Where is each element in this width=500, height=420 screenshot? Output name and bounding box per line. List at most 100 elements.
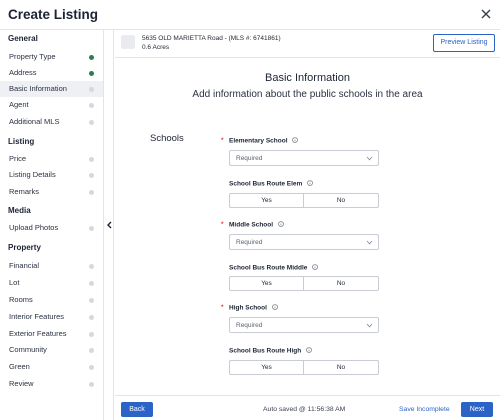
select-value: Required	[236, 322, 263, 329]
page-subtitle: Add information about the public schools…	[192, 89, 423, 100]
back-button[interactable]: Back	[121, 402, 153, 417]
sidebar-item-upload-photos[interactable]: Upload Photos	[0, 220, 103, 236]
middle-school-select[interactable]: Required	[229, 234, 379, 250]
status-dot	[89, 173, 94, 178]
school-bus-route-high-toggle: Yes No	[229, 360, 379, 375]
status-dot	[89, 382, 94, 387]
sidebar: General Property Type Address Basic Info…	[0, 30, 104, 420]
sidebar-item-lot[interactable]: Lot	[0, 275, 103, 291]
sidebar-item-rooms[interactable]: Rooms	[0, 292, 103, 308]
elementary-school-label: * Elementary School	[221, 137, 299, 145]
middle-school-label: * Middle School	[221, 221, 284, 229]
save-incomplete-link[interactable]: Save Incomplete	[399, 406, 450, 413]
sidebar-item-label: Additional MLS	[9, 117, 60, 126]
status-dot	[89, 365, 94, 370]
no-option[interactable]: No	[304, 194, 378, 207]
sidebar-item-label: Basic Information	[9, 84, 67, 93]
sidebar-item-label: Community	[9, 345, 47, 354]
sidebar-item-label: Listing Details	[9, 170, 56, 179]
school-bus-route-elem-label: School Bus Route Elem	[229, 180, 313, 188]
elementary-school-select[interactable]: Required	[229, 150, 379, 166]
page-title: Basic Information	[265, 72, 350, 84]
info-icon[interactable]	[312, 264, 318, 270]
required-marker: *	[221, 304, 224, 311]
status-dot	[89, 264, 94, 269]
school-bus-route-elem-toggle: Yes No	[229, 193, 379, 208]
status-dot	[89, 157, 94, 162]
sidebar-item-label: Remarks	[9, 187, 40, 196]
status-dot	[89, 315, 94, 320]
status-dot	[89, 190, 94, 195]
school-bus-route-middle-toggle: Yes No	[229, 276, 379, 291]
property-thumbnail	[121, 35, 135, 49]
sidebar-section-property: Property	[8, 243, 41, 252]
sidebar-item-price[interactable]: Price	[0, 151, 103, 167]
sidebar-item-interior-features[interactable]: Interior Features	[0, 309, 103, 325]
sidebar-item-label: Rooms	[9, 295, 33, 304]
sidebar-collapse-toggle[interactable]	[104, 30, 114, 420]
sidebar-item-community[interactable]: Community	[0, 342, 103, 358]
status-dot	[89, 87, 94, 92]
info-icon[interactable]	[292, 137, 299, 143]
field-label: School Bus Route Elem	[229, 180, 303, 188]
section-label-schools: Schools	[150, 133, 184, 144]
sidebar-item-label: Address	[9, 68, 37, 77]
listing-header: 5635 OLD MARIETTA Road - (MLS #: 6741861…	[115, 30, 500, 58]
sidebar-item-label: Lot	[9, 278, 20, 287]
high-school-label: * High School	[221, 304, 278, 312]
yes-option[interactable]: Yes	[230, 277, 304, 290]
info-icon[interactable]	[307, 180, 313, 186]
yes-option[interactable]: Yes	[230, 361, 304, 374]
sidebar-item-label: Interior Features	[9, 312, 65, 321]
field-label: Middle School	[229, 221, 274, 229]
sidebar-item-exterior-features[interactable]: Exterior Features	[0, 326, 103, 342]
high-school-select[interactable]: Required	[229, 317, 379, 333]
sidebar-item-label: Agent	[9, 100, 29, 109]
yes-option[interactable]: Yes	[230, 194, 304, 207]
field-label: School Bus Route Middle	[229, 264, 308, 272]
status-dot	[89, 332, 94, 337]
sidebar-item-address[interactable]: Address	[0, 65, 103, 81]
chevron-left-icon[interactable]	[106, 221, 113, 229]
status-dot-complete	[89, 55, 94, 60]
chevron-down-icon	[366, 323, 373, 328]
required-marker: *	[221, 137, 224, 144]
close-icon[interactable]	[478, 6, 494, 22]
chevron-down-icon	[366, 240, 373, 245]
sidebar-item-review[interactable]: Review	[0, 376, 103, 392]
school-bus-route-middle-label: School Bus Route Middle	[229, 264, 318, 272]
sidebar-section-general: General	[8, 34, 38, 43]
no-option[interactable]: No	[304, 361, 378, 374]
chevron-down-icon	[366, 156, 373, 161]
status-dot	[89, 348, 94, 353]
sidebar-item-label: Financial	[9, 261, 40, 270]
sidebar-item-financial[interactable]: Financial	[0, 258, 103, 274]
footer-bar: Back Auto saved @ 11:56:38 AM Save Incom…	[115, 395, 500, 420]
sidebar-item-basic-information[interactable]: Basic Information	[0, 81, 103, 97]
no-option[interactable]: No	[304, 277, 378, 290]
sidebar-item-label: Upload Photos	[9, 223, 59, 232]
school-bus-route-high-label: School Bus Route High	[229, 347, 312, 355]
sidebar-item-label: Property Type	[9, 52, 56, 61]
status-dot	[89, 226, 94, 231]
sidebar-item-listing-details[interactable]: Listing Details	[0, 167, 103, 183]
sidebar-item-green[interactable]: Green	[0, 359, 103, 375]
preview-listing-button[interactable]: Preview Listing	[433, 34, 495, 52]
next-button[interactable]: Next	[461, 402, 493, 417]
status-dot	[89, 120, 94, 125]
info-icon[interactable]	[306, 347, 312, 353]
field-label: High School	[229, 304, 267, 312]
field-label: Elementary School	[229, 137, 288, 145]
window-title: Create Listing	[8, 7, 99, 22]
sidebar-item-agent[interactable]: Agent	[0, 97, 103, 113]
status-dot	[89, 298, 94, 303]
sidebar-item-label: Review	[9, 379, 34, 388]
sidebar-item-label: Exterior Features	[9, 329, 67, 338]
info-icon[interactable]	[278, 221, 284, 227]
status-dot	[89, 103, 94, 108]
required-marker: *	[221, 221, 224, 228]
sidebar-item-remarks[interactable]: Remarks	[0, 184, 103, 200]
info-icon[interactable]	[271, 304, 278, 310]
sidebar-item-additional-mls[interactable]: Additional MLS	[0, 114, 103, 130]
sidebar-item-property-type[interactable]: Property Type	[0, 49, 103, 65]
